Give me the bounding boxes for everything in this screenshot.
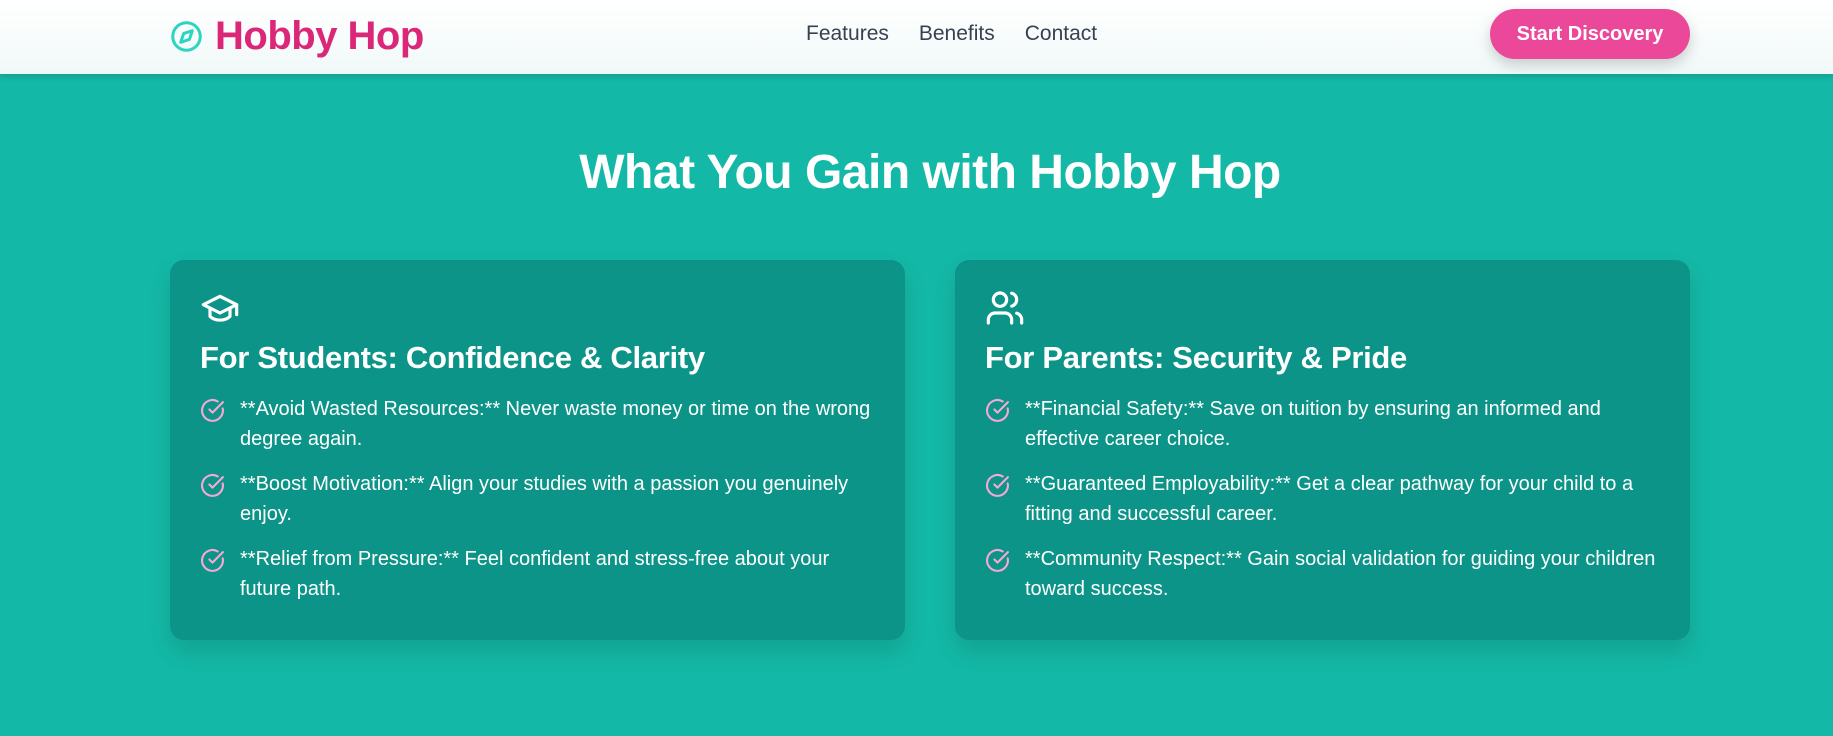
benefit-item: **Guaranteed Employability:** Get a clea…	[985, 469, 1660, 529]
card-title: For Parents: Security & Pride	[985, 340, 1407, 375]
benefit-text: **Guaranteed Employability:** Get a clea…	[1025, 473, 1634, 525]
benefit-item: **Community Respect:** Gain social valid…	[985, 544, 1660, 604]
benefit-list: **Avoid Wasted Resources:** Never waste …	[200, 394, 875, 604]
graduation-cap-icon	[201, 294, 239, 322]
nav-link-contact[interactable]: Contact	[1025, 20, 1097, 48]
benefit-text: **Community Respect:** Gain social valid…	[1025, 548, 1656, 600]
compass-icon	[171, 20, 202, 52]
benefit-item: **Boost Motivation:** Align your studies…	[200, 469, 875, 529]
benefit-text: **Relief from Pressure:** Feel confident…	[240, 548, 830, 600]
check-circle-icon	[986, 399, 1009, 422]
check-circle-icon	[201, 474, 224, 497]
start-discovery-button[interactable]: Start Discovery	[1490, 9, 1690, 59]
benefit-text: **Boost Motivation:** Align your studies…	[240, 473, 849, 525]
students-card: For Students: Confidence & Clarity **Avo…	[170, 260, 905, 640]
site-header: Hobby Hop Features Benefits Contact Star…	[0, 0, 1833, 74]
card-title: For Students: Confidence & Clarity	[200, 340, 705, 375]
benefit-text: **Financial Safety:** Save on tuition by…	[1025, 398, 1601, 450]
parents-card: For Parents: Security & Pride **Financia…	[955, 260, 1690, 640]
check-circle-icon	[201, 549, 224, 572]
brand-logo[interactable]: Hobby Hop	[170, 14, 424, 58]
check-circle-icon	[201, 399, 224, 422]
main-nav: Features Benefits Contact	[806, 20, 1097, 48]
section-title: What You Gain with Hobby Hop	[579, 146, 1281, 199]
check-circle-icon	[986, 474, 1009, 497]
check-circle-icon	[986, 549, 1009, 572]
benefit-item: **Avoid Wasted Resources:** Never waste …	[200, 394, 875, 454]
nav-link-features[interactable]: Features	[806, 20, 889, 48]
benefit-list: **Financial Safety:** Save on tuition by…	[985, 394, 1660, 604]
brand-name: Hobby Hop	[215, 13, 424, 58]
benefit-text: **Avoid Wasted Resources:** Never waste …	[240, 398, 871, 450]
benefit-item: **Financial Safety:** Save on tuition by…	[985, 394, 1660, 454]
benefit-item: **Relief from Pressure:** Feel confident…	[200, 544, 875, 604]
users-icon	[986, 291, 1024, 325]
nav-link-benefits[interactable]: Benefits	[919, 20, 995, 48]
